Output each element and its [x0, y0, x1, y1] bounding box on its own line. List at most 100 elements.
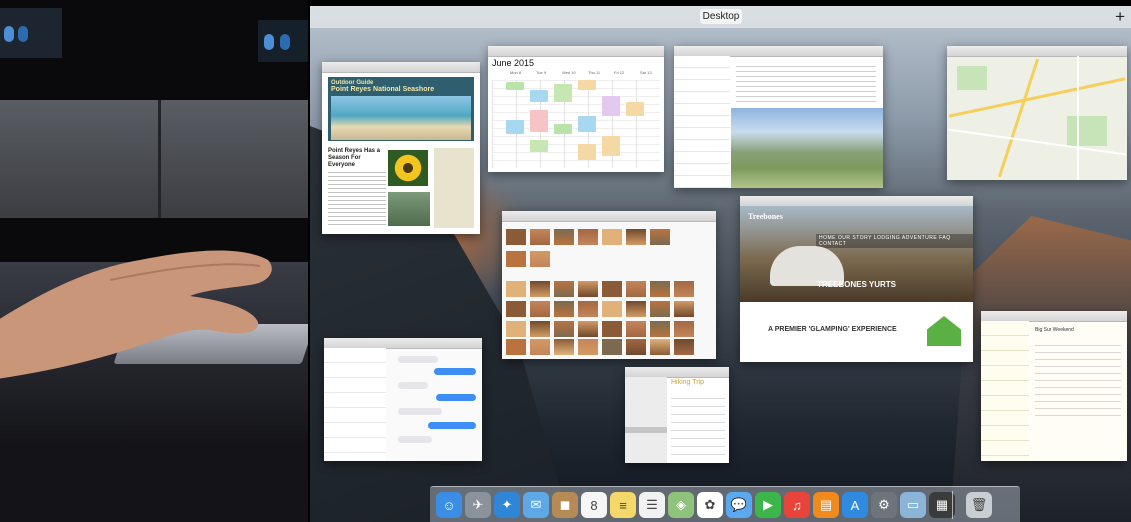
photo-thumbnail[interactable]: [554, 301, 574, 317]
photo-thumbnail[interactable]: [626, 339, 646, 355]
photo-thumbnail[interactable]: [530, 251, 550, 267]
sunflower-image: [388, 150, 428, 186]
photo-thumbnail[interactable]: [650, 321, 670, 337]
photo-thumbnail[interactable]: [626, 301, 646, 317]
photo-thumbnail[interactable]: [602, 229, 622, 245]
trash-icon[interactable]: 🗑: [966, 492, 992, 518]
notes-list[interactable]: [981, 321, 1029, 461]
yurts-nav-menu[interactable]: HOME OUR STORY LODGING ADVENTURE FAQ CON…: [816, 234, 973, 248]
note-checklist[interactable]: [671, 391, 725, 457]
mail-message-list[interactable]: [674, 56, 730, 188]
window-maps[interactable]: [947, 46, 1127, 180]
maps-icon[interactable]: ◈: [668, 492, 694, 518]
photo-thumbnail[interactable]: [626, 321, 646, 337]
reminders-icon[interactable]: ☰: [639, 492, 665, 518]
photo-thumbnail[interactable]: [602, 281, 622, 297]
photo-thumbnail[interactable]: [530, 281, 550, 297]
window-safari-yurts[interactable]: Treebones HOME OUR STORY LODGING ADVENTU…: [740, 196, 973, 362]
photo-thumbnail[interactable]: [650, 229, 670, 245]
photo-thumbnail[interactable]: [674, 281, 694, 297]
notes-sidebar[interactable]: [625, 377, 667, 463]
photo-thumbnail[interactable]: [602, 321, 622, 337]
notes-icon[interactable]: ≡: [610, 492, 636, 518]
photos-icon[interactable]: ✿: [697, 492, 723, 518]
photo-thumbnail[interactable]: [674, 321, 694, 337]
newsletter-photo: [388, 192, 430, 226]
mail-mountain-photo: [731, 108, 883, 188]
launchpad-icon[interactable]: ✈: [465, 492, 491, 518]
calendar-event[interactable]: [578, 80, 596, 90]
yurts-logo[interactable]: Treebones: [748, 212, 783, 221]
mail-icon[interactable]: ✉: [523, 492, 549, 518]
photo-thumbnail[interactable]: [578, 281, 598, 297]
photo-thumbnail[interactable]: [554, 229, 574, 245]
calendar-day-headers: Mon 8 Tue 9 Wed 10 Thu 11 Fri 12 Sat 13: [492, 70, 662, 78]
photo-thumbnail[interactable]: [602, 339, 622, 355]
photo-thumbnail[interactable]: [506, 339, 526, 355]
finder-icon[interactable]: ☺: [436, 492, 462, 518]
calendar-event[interactable]: [530, 110, 548, 132]
notes-sidebar-selected[interactable]: [625, 427, 667, 433]
music-icon[interactable]: ♫: [784, 492, 810, 518]
photo-thumbnail[interactable]: [506, 321, 526, 337]
photo-thumbnail[interactable]: [578, 229, 598, 245]
calendar-month: June 2015: [492, 58, 535, 68]
window-notes[interactable]: Big Sur Weekend: [981, 311, 1127, 461]
calendar-event[interactable]: [602, 96, 620, 116]
facetime-icon[interactable]: ▶: [755, 492, 781, 518]
photo-thumbnail[interactable]: [506, 229, 526, 245]
safari-icon[interactable]: ✦: [494, 492, 520, 518]
photo-thumbnail[interactable]: [626, 281, 646, 297]
window-calendar[interactable]: June 2015 Mon 8 Tue 9 Wed 10 Thu 11 Fri …: [488, 46, 664, 172]
photo-thumbnail[interactable]: [554, 281, 574, 297]
calendar-event[interactable]: [506, 120, 524, 134]
tent-icon[interactable]: [927, 316, 961, 346]
calendar-event[interactable]: [602, 136, 620, 156]
photo-thumbnail[interactable]: [602, 301, 622, 317]
add-space-button[interactable]: +: [1115, 6, 1125, 28]
app-store-icon[interactable]: A: [842, 492, 868, 518]
photo-thumbnail[interactable]: [650, 339, 670, 355]
photo-thumbnail[interactable]: [674, 301, 694, 317]
window-photos[interactable]: [502, 211, 716, 359]
window-messages[interactable]: [324, 338, 482, 461]
photo-thumbnail[interactable]: [578, 321, 598, 337]
window-newsletter[interactable]: Outdoor Guide Point Reyes National Seash…: [322, 62, 480, 234]
photo-thumbnail[interactable]: [650, 301, 670, 317]
conversation-list[interactable]: [324, 348, 386, 461]
photo-thumbnail[interactable]: [578, 339, 598, 355]
calendar-event[interactable]: [530, 90, 548, 102]
photo-thumbnail[interactable]: [626, 229, 646, 245]
background-monitor-left: [0, 8, 62, 58]
calendar-icon[interactable]: 8: [581, 492, 607, 518]
photo-thumbnail[interactable]: [650, 281, 670, 297]
calendar-event[interactable]: [554, 124, 572, 134]
ibooks-icon[interactable]: ▤: [813, 492, 839, 518]
monitor-glow: [264, 34, 274, 50]
calendar-event[interactable]: [530, 140, 548, 152]
calendar-event[interactable]: [578, 144, 596, 160]
calendar-event[interactable]: [578, 116, 596, 132]
photo-thumbnail[interactable]: [578, 301, 598, 317]
calendar-event[interactable]: [554, 84, 572, 102]
photo-thumbnail[interactable]: [506, 251, 526, 267]
photo-thumbnail[interactable]: [530, 339, 550, 355]
space-desktop-label[interactable]: Desktop: [700, 9, 742, 24]
photo-thumbnail[interactable]: [674, 339, 694, 355]
photo-thumbnail[interactable]: [530, 229, 550, 245]
photo-thumbnail[interactable]: [530, 301, 550, 317]
photo-thumbnail[interactable]: [554, 321, 574, 337]
photo-thumbnail[interactable]: [530, 321, 550, 337]
messages-icon[interactable]: 💬: [726, 492, 752, 518]
photo-thumbnail[interactable]: [506, 281, 526, 297]
window-mail[interactable]: [674, 46, 883, 188]
calendar-event[interactable]: [626, 102, 644, 116]
monitor-glow: [4, 26, 14, 42]
calendar-event[interactable]: [506, 82, 524, 90]
preview-icon[interactable]: ▭: [900, 492, 926, 518]
photo-thumbnail[interactable]: [554, 339, 574, 355]
contacts-icon[interactable]: ◼: [552, 492, 578, 518]
photo-thumbnail[interactable]: [506, 301, 526, 317]
window-notes-hiking[interactable]: Hiking Trip: [625, 367, 729, 463]
system-preferences-icon[interactable]: ⚙: [871, 492, 897, 518]
